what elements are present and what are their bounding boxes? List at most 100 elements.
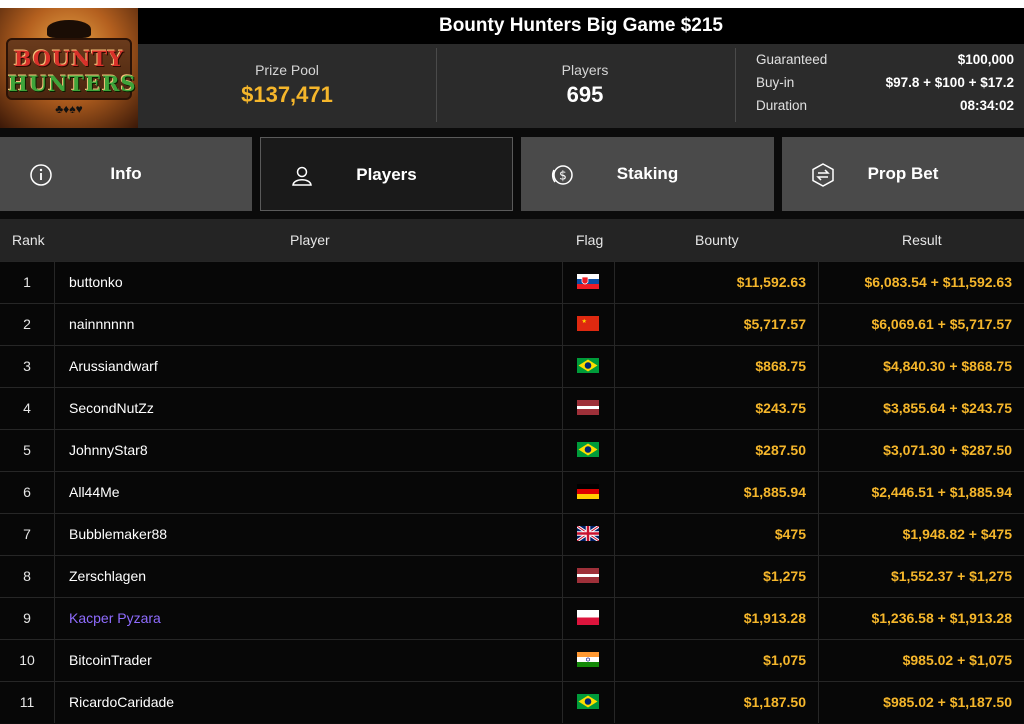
china-flag-icon: ★ <box>577 316 599 331</box>
flag-cell <box>562 472 614 513</box>
player-name[interactable]: RicardoCaridade <box>54 682 562 723</box>
logo-word-hunters: HUNTERS <box>8 71 137 96</box>
header-bounty[interactable]: Bounty <box>695 219 739 261</box>
result-cell: $3,855.64 + $243.75 <box>818 388 1024 429</box>
player-name[interactable]: Bubblemaker88 <box>54 514 562 555</box>
rank-cell: 3 <box>23 358 31 374</box>
india-flag-icon <box>577 652 599 667</box>
tab-label: Staking <box>616 164 679 183</box>
bounty-cell: $1,913.28 <box>614 598 818 639</box>
detail-label: Buy-in <box>756 75 795 90</box>
result-cell: $1,948.82 + $475 <box>818 514 1024 555</box>
rank-cell: 10 <box>19 652 35 668</box>
players-label: Players <box>561 62 609 78</box>
table-row: 8 Zerschlagen $1,275 $1,552.37 + $1,275 <box>0 555 1024 597</box>
poland-flag-icon <box>577 610 599 625</box>
brazil-flag-icon <box>577 694 599 709</box>
player-name[interactable]: SecondNutZz <box>54 388 562 429</box>
flag-cell <box>562 598 614 639</box>
tab-bar: Info Players $ Staking Prop Bet <box>0 137 1024 211</box>
result-cell: $2,446.51 + $1,885.94 <box>818 472 1024 513</box>
tab-staking[interactable]: $ Staking <box>521 137 774 211</box>
player-name[interactable]: Zerschlagen <box>54 556 562 597</box>
header-result[interactable]: Result <box>902 219 942 261</box>
tab-players[interactable]: Players <box>260 137 513 211</box>
result-cell: $4,840.30 + $868.75 <box>818 346 1024 387</box>
rank-cell: 8 <box>23 568 31 584</box>
flag-cell <box>562 430 614 471</box>
tournament-title: Bounty Hunters Big Game $215 <box>138 8 1024 44</box>
table-row: 5 JohnnyStar8 $287.50 $3,071.30 + $287.50 <box>0 429 1024 471</box>
result-cell: $6,083.54 + $11,592.63 <box>818 262 1024 303</box>
rank-cell: 9 <box>23 610 31 626</box>
header-flag[interactable]: Flag <box>576 219 603 261</box>
germany-flag-icon <box>577 484 599 499</box>
stat-divider <box>735 48 736 122</box>
player-name[interactable]: buttonko <box>54 262 562 303</box>
detail-value: $97.8 + $100 + $17.2 <box>885 75 1014 90</box>
rank-cell: 11 <box>19 694 35 710</box>
flag-cell: ★ <box>562 304 614 345</box>
prize-pool-label: Prize Pool <box>255 62 319 78</box>
flag-cell <box>562 388 614 429</box>
prize-pool-stat: Prize Pool $137,471 <box>138 44 436 128</box>
detail-label: Duration <box>756 98 808 113</box>
prize-pool-value: $137,471 <box>241 82 333 107</box>
bounty-cell: $868.75 <box>614 346 818 387</box>
table-row: 7 Bubblemaker88 $475 $1,948.82 + $475 <box>0 513 1024 555</box>
tab-label: Prop Bet <box>867 164 939 183</box>
rank-cell: 6 <box>23 484 31 500</box>
svg-text:★: ★ <box>582 318 587 325</box>
brazil-flag-icon <box>577 442 599 457</box>
result-cell: $985.02 + $1,075 <box>818 640 1024 681</box>
slovakia-flag-icon <box>577 274 599 289</box>
logo-word-bounty: BOUNTY <box>13 46 125 71</box>
bounty-cell: $243.75 <box>614 388 818 429</box>
tournament-details: Guaranteed $100,000 Buy-in $97.8 + $100 … <box>756 52 1014 121</box>
bounty-cell: $11,592.63 <box>614 262 818 303</box>
player-name[interactable]: Arussiandwarf <box>54 346 562 387</box>
bounty-cell: $475 <box>614 514 818 555</box>
players-stat: Players 695 <box>436 44 734 128</box>
flag-cell <box>562 640 614 681</box>
table-row: 4 SecondNutZz $243.75 $3,855.64 + $243.75 <box>0 387 1024 429</box>
latvia-flag-icon <box>577 568 599 583</box>
result-cell: $1,552.37 + $1,275 <box>818 556 1024 597</box>
rank-cell: 2 <box>23 316 31 332</box>
players-value: 695 <box>566 82 604 107</box>
detail-duration: Duration 08:34:02 <box>756 98 1014 121</box>
player-name[interactable]: JohnnyStar8 <box>54 430 562 471</box>
players-table: Rank Player Flag Bounty Result 1 buttonko… <box>0 219 1024 723</box>
bounty-cell: $5,717.57 <box>614 304 818 345</box>
result-cell: $985.02 + $1,187.50 <box>818 682 1024 723</box>
tab-info[interactable]: Info <box>0 137 252 211</box>
detail-buy-in: Buy-in $97.8 + $100 + $17.2 <box>756 75 1014 98</box>
flag-cell <box>562 346 614 387</box>
bounty-cell: $1,885.94 <box>614 472 818 513</box>
player-name[interactable]: BitcoinTrader <box>54 640 562 681</box>
bounty-cell: $1,275 <box>614 556 818 597</box>
bounty-hunters-logo: BOUNTY HUNTERS ♣♦♠♥ <box>0 8 138 128</box>
result-cell: $1,236.58 + $1,913.28 <box>818 598 1024 639</box>
latvia-flag-icon <box>577 400 599 415</box>
bounty-cell: $1,075 <box>614 640 818 681</box>
rank-cell: 1 <box>23 274 31 290</box>
flag-cell <box>562 682 614 723</box>
top-strip <box>0 0 1024 8</box>
player-name[interactable]: nainnnnnn <box>54 304 562 345</box>
header-rank[interactable]: Rank <box>12 219 45 261</box>
flag-cell <box>562 514 614 555</box>
table-row: 1 buttonko $11,592.63 $6,083.54 + $11,592.6… <box>0 261 1024 303</box>
player-name[interactable]: All44Me <box>54 472 562 513</box>
tab-prop-bet[interactable]: Prop Bet <box>782 137 1024 211</box>
cowboy-hat-icon <box>47 20 91 38</box>
table-row: 10 BitcoinTrader $1,075 $985.02 + $1,075 <box>0 639 1024 681</box>
stats-panel: Prize Pool $137,471 Players 695 Guarante… <box>138 44 1024 128</box>
table-row: 6 All44Me $1,885.94 $2,446.51 + $1,885.94 <box>0 471 1024 513</box>
table-row: 2 nainnnnnn ★ $5,717.57 $6,069.61 + $5,717.5… <box>0 303 1024 345</box>
detail-value: 08:34:02 <box>959 98 1014 113</box>
player-name[interactable]: Kacper Pyzara <box>54 598 562 639</box>
detail-guaranteed: Guaranteed $100,000 <box>756 52 1014 75</box>
tab-label: Players <box>356 165 417 184</box>
header-player[interactable]: Player <box>290 219 330 261</box>
